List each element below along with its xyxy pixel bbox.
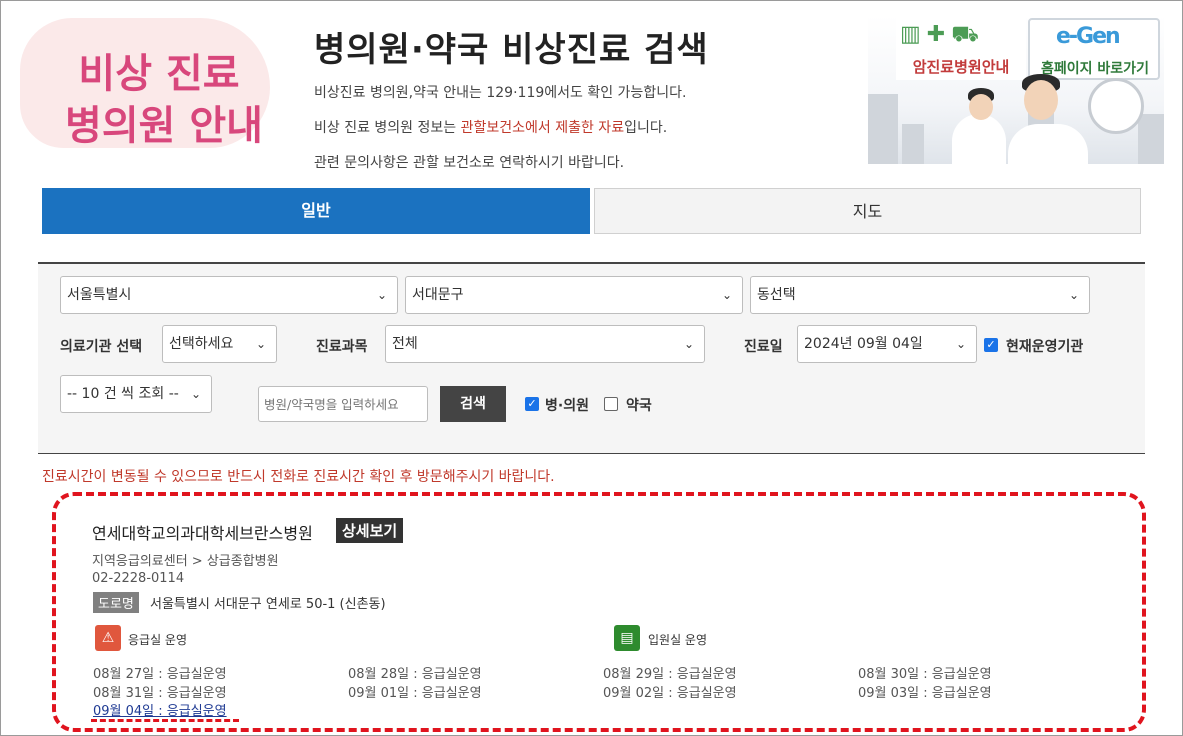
date-label: 진료일 [744, 339, 783, 355]
institution-select-value: 선택하세요 [169, 336, 234, 352]
chevron-down-icon: ⌄ [255, 337, 266, 351]
tab-map[interactable]: 지도 [594, 188, 1141, 234]
schedule-today-link[interactable]: 09월 04일 : 응급실운영 [93, 700, 227, 719]
logo-line-1: 비상 진료 [78, 51, 240, 97]
promo-banner: ▥✚⛟ 암진료병원안내 e-Gen 홈페이지 바로가기 [868, 16, 1164, 164]
dong-select[interactable]: 동선택 ⌄ [750, 276, 1090, 314]
chevron-down-icon: ⌄ [721, 288, 732, 302]
detail-button[interactable]: 상세보기 [336, 518, 404, 543]
notice-text: 진료시간이 변동될 수 있으므로 반드시 전화로 진료시간 확인 후 방문해주시… [42, 469, 555, 485]
er-status-label: 응급실 운영 [128, 633, 188, 647]
medicine-kit-icon: ✚ [926, 22, 952, 47]
bed-icon: ▤ [614, 625, 640, 651]
city-select-value: 서울특별시 [67, 287, 132, 303]
chevron-down-icon: ⌄ [1068, 288, 1079, 302]
ward-status-label: 입원실 운영 [648, 633, 708, 647]
schedule-item: 08월 31일 : 응급실운영 [93, 686, 227, 701]
city-building [868, 94, 898, 164]
chevron-down-icon: ⌄ [683, 337, 694, 351]
chevron-down-icon: ⌄ [190, 387, 201, 401]
search-panel: 서울특별시 ⌄ 서대문구 ⌄ 동선택 ⌄ 의료기관 선택 선택하세요 ⌄ 진료과목 전체… [38, 262, 1145, 454]
dong-select-value: 동선택 [757, 287, 796, 303]
schedule-item: 08월 29일 : 응급실운영 [603, 667, 737, 682]
info-text-2-pre: 비상 진료 병의원 정보는 [314, 120, 461, 136]
cancer-hospital-label: 암진료병원안내 [912, 58, 1010, 76]
clock-icon [1088, 78, 1144, 134]
hospital-building-icon: ▥ [900, 22, 927, 47]
hospital-phone[interactable]: 02-2228-0114 [92, 571, 184, 586]
schedule-item: 09월 03일 : 응급실운영 [858, 686, 992, 701]
hospital-category: 지역응급의료센터 > 상급종합병원 [92, 554, 279, 569]
hospital-address: 서울특별시 서대문구 연세로 50-1 (신촌동) [150, 597, 386, 612]
site-logo: 비상 진료 병의원 안내 [14, 14, 304, 164]
schedule-item: 08월 28일 : 응급실운영 [348, 667, 482, 682]
info-text-2: 비상 진료 병의원 정보는 관할보건소에서 제출한 자료입니다. [314, 117, 667, 137]
search-button[interactable]: 검색 [440, 386, 506, 422]
department-label: 진료과목 [316, 339, 368, 355]
operating-checkbox[interactable]: ✓ [984, 338, 998, 352]
page-title: 병의원·약국 비상진료 검색 [314, 30, 709, 70]
chevron-down-icon: ⌄ [955, 337, 966, 351]
district-select[interactable]: 서대문구 ⌄ [405, 276, 743, 314]
city-select[interactable]: 서울특별시 ⌄ [60, 276, 398, 314]
doctor-figure [952, 114, 1006, 164]
per-page-select[interactable]: -- 10 건 씩 조회 -- ⌄ [60, 375, 212, 413]
info-text-2-highlight: 관할보건소에서 제출한 자료 [460, 120, 625, 136]
cancer-hospital-button[interactable]: ▥✚⛟ 암진료병원안내 [896, 18, 1026, 80]
operating-label: 현재운영기관 [1006, 339, 1084, 355]
date-select-value: 2024년 09월 04일 [804, 336, 923, 352]
hospital-checkbox[interactable]: ✓ [525, 397, 539, 411]
district-select-value: 서대문구 [412, 287, 464, 303]
schedule-item: 08월 30일 : 응급실운영 [858, 667, 992, 682]
pharmacy-checkbox-label: 약국 [626, 398, 652, 414]
doctor-face [1024, 80, 1058, 120]
hospital-name[interactable]: 연세대학교의과대학세브란스병원 [92, 520, 313, 544]
siren-icon: ⚠ [95, 625, 121, 651]
per-page-select-value: -- 10 건 씩 조회 -- [67, 386, 179, 402]
road-address-badge: 도로명 [93, 592, 139, 613]
homepage-link-button[interactable]: e-Gen 홈페이지 바로가기 [1028, 18, 1160, 80]
city-building [1138, 114, 1164, 164]
ambulance-icon: ⛟ [951, 22, 985, 47]
hospital-name-input[interactable] [258, 386, 428, 422]
today-highlight-underline [91, 719, 239, 722]
schedule-item: 08월 27일 : 응급실운영 [93, 667, 227, 682]
pharmacy-checkbox[interactable] [604, 397, 618, 411]
department-select[interactable]: 전체 ⌄ [385, 325, 705, 363]
institution-select[interactable]: 선택하세요 ⌄ [162, 325, 277, 363]
tab-general[interactable]: 일반 [42, 188, 590, 234]
doctor-face [969, 94, 993, 120]
hospital-checkbox-label: 병·의원 [545, 398, 589, 414]
egen-logo-icon: e-Gen [1056, 24, 1121, 49]
doctor-figure [1008, 124, 1088, 164]
city-building [902, 124, 924, 164]
logo-line-2: 병의원 안내 [65, 103, 263, 149]
info-text-3: 관련 문의사항은 관할 보건소로 연락하시기 바랍니다. [314, 155, 625, 171]
date-select[interactable]: 2024년 09월 04일 ⌄ [797, 325, 977, 363]
institution-label: 의료기관 선택 [60, 339, 143, 355]
department-select-value: 전체 [392, 336, 418, 352]
info-text-1: 비상진료 병의원,약국 안내는 129·119에서도 확인 가능합니다. [314, 85, 687, 101]
chevron-down-icon: ⌄ [376, 288, 387, 302]
medical-icons: ▥✚⛟ [900, 22, 985, 50]
schedule-item: 09월 01일 : 응급실운영 [348, 686, 482, 701]
info-text-2-post: 입니다. [624, 120, 668, 136]
schedule-item: 09월 02일 : 응급실운영 [603, 686, 737, 701]
